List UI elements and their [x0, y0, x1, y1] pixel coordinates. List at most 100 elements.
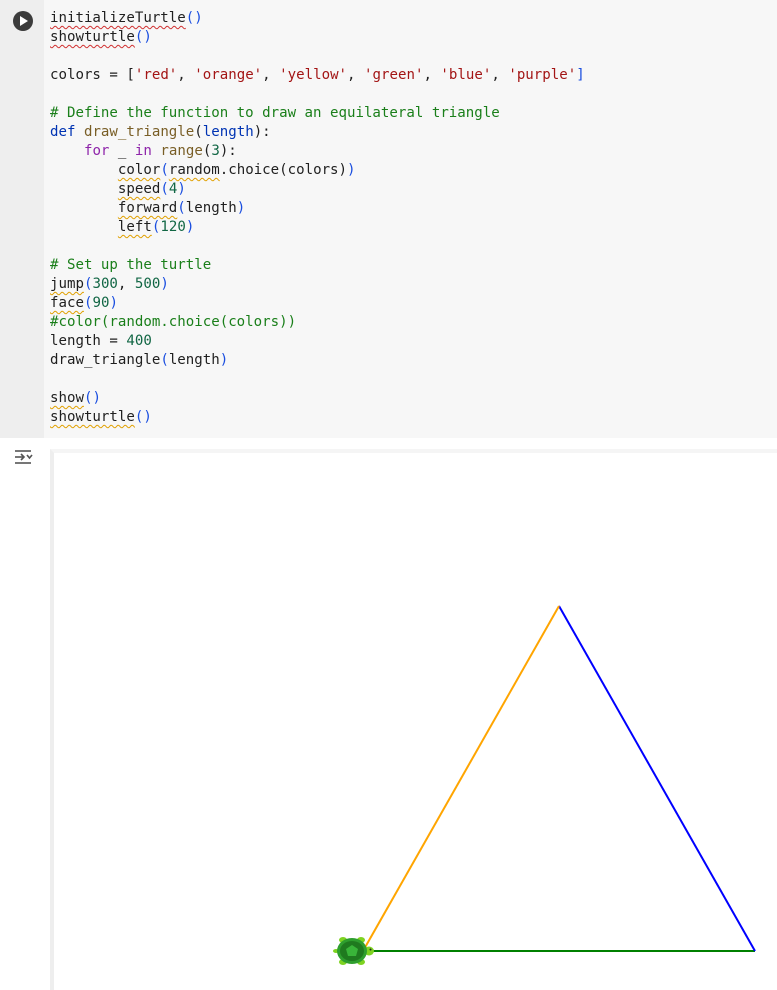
code-token: 'blue' [440, 67, 492, 83]
code-token: length [202, 124, 254, 140]
code-token: , [262, 67, 280, 83]
code-token: , [177, 67, 195, 83]
code-token: _ [109, 143, 135, 159]
code-editor[interactable]: initializeTurtle() showturtle() colors = … [50, 9, 770, 427]
code-token: initializeTurtle [50, 10, 186, 26]
code-token: random [168, 162, 220, 178]
code-line[interactable]: color(random.choice(colors)) [50, 161, 770, 180]
code-token: ): [253, 124, 271, 140]
output-gutter [0, 438, 44, 990]
code-line[interactable] [50, 85, 770, 104]
code-token: range [160, 143, 203, 159]
code-token: .choice(colors) [219, 162, 348, 178]
code-token: ( [194, 124, 203, 140]
code-token: #color(random.choice(colors)) [50, 314, 297, 330]
code-token: jump [50, 276, 84, 292]
code-token: 400 [126, 333, 152, 349]
code-token: ] [576, 67, 585, 83]
code-token: showturtle [50, 29, 135, 45]
code-line[interactable]: jump(300, 500) [50, 275, 770, 294]
code-line[interactable]: colors = ['red', 'orange', 'yellow', 'gr… [50, 66, 770, 85]
code-token: 120 [160, 219, 186, 235]
code-line[interactable]: def draw_triangle(length): [50, 123, 770, 142]
code-line[interactable] [50, 237, 770, 256]
code-token: colors = [ [50, 67, 135, 83]
code-line[interactable] [50, 370, 770, 389]
code-token: 3 [211, 143, 220, 159]
code-token: 'green' [364, 67, 424, 83]
code-line[interactable]: speed(4) [50, 180, 770, 199]
code-token: 300 [92, 276, 118, 292]
play-icon [20, 16, 28, 26]
code-line[interactable]: left(120) [50, 218, 770, 237]
code-token: left [117, 219, 152, 235]
code-token: 'purple' [508, 67, 577, 83]
code-token: ) [347, 162, 356, 178]
code-token: draw_triangle [50, 352, 161, 368]
code-token: ): [219, 143, 237, 159]
code-line[interactable]: # Define the function to draw an equilat… [50, 104, 770, 123]
code-line[interactable]: show() [50, 389, 770, 408]
code-token: () [185, 10, 203, 26]
code-token: () [134, 29, 152, 45]
code-token: # Set up the turtle [50, 257, 212, 273]
code-token: , [491, 67, 509, 83]
turtle-output-frame [50, 449, 777, 990]
code-token: ( [177, 200, 186, 216]
code-token: 'yellow' [279, 67, 348, 83]
code-token: length [168, 352, 220, 368]
code-line[interactable]: initializeTurtle() [50, 9, 770, 28]
code-line[interactable]: for _ in range(3): [50, 142, 770, 161]
code-token: length [185, 200, 237, 216]
code-line[interactable]: forward(length) [50, 199, 770, 218]
code-token: , [117, 276, 135, 292]
code-token: ( [160, 162, 169, 178]
code-token: () [134, 409, 152, 425]
code-token: speed [117, 181, 161, 197]
code-token: showturtle [50, 409, 135, 425]
code-line[interactable]: length = 400 [50, 332, 770, 351]
code-token: show [50, 390, 84, 406]
code-token: 'orange' [194, 67, 263, 83]
triangle-side-right [558, 605, 756, 952]
code-token: 90 [92, 295, 110, 311]
code-token: ) [185, 219, 195, 235]
run-cell-button[interactable] [13, 11, 33, 31]
code-token: length = [50, 333, 127, 349]
code-line[interactable]: showturtle() [50, 408, 770, 427]
code-token: , [423, 67, 441, 83]
code-token: def [50, 124, 84, 140]
code-line[interactable]: # Set up the turtle [50, 256, 770, 275]
code-token: ) [236, 200, 246, 216]
code-token: in [134, 143, 152, 159]
code-token: ) [219, 352, 229, 368]
code-line[interactable]: showturtle() [50, 28, 770, 47]
code-token: ( [160, 181, 169, 197]
code-cell-gutter [0, 0, 44, 438]
output-collapse-icon[interactable] [12, 446, 34, 468]
code-line[interactable]: draw_triangle(length) [50, 351, 770, 370]
code-token: forward [117, 200, 178, 216]
turtle-canvas [333, 605, 756, 965]
code-token: for [83, 143, 110, 159]
code-line[interactable]: #color(random.choice(colors)) [50, 313, 770, 332]
code-line[interactable]: face(90) [50, 294, 770, 313]
code-token: , [347, 67, 365, 83]
code-line[interactable] [50, 47, 770, 66]
code-token: ) [160, 276, 169, 292]
code-token: ) [109, 295, 118, 311]
code-cell[interactable]: initializeTurtle() showturtle() colors = … [0, 0, 777, 438]
code-token: 500 [134, 276, 161, 292]
code-token: () [83, 390, 101, 406]
code-token: face [50, 295, 84, 311]
triangle-side-left [362, 605, 560, 952]
code-token: color [117, 162, 161, 178]
code-token: 'red' [134, 67, 178, 83]
code-token: # Define the function to draw an equilat… [50, 105, 500, 121]
code-token: ) [177, 181, 186, 197]
